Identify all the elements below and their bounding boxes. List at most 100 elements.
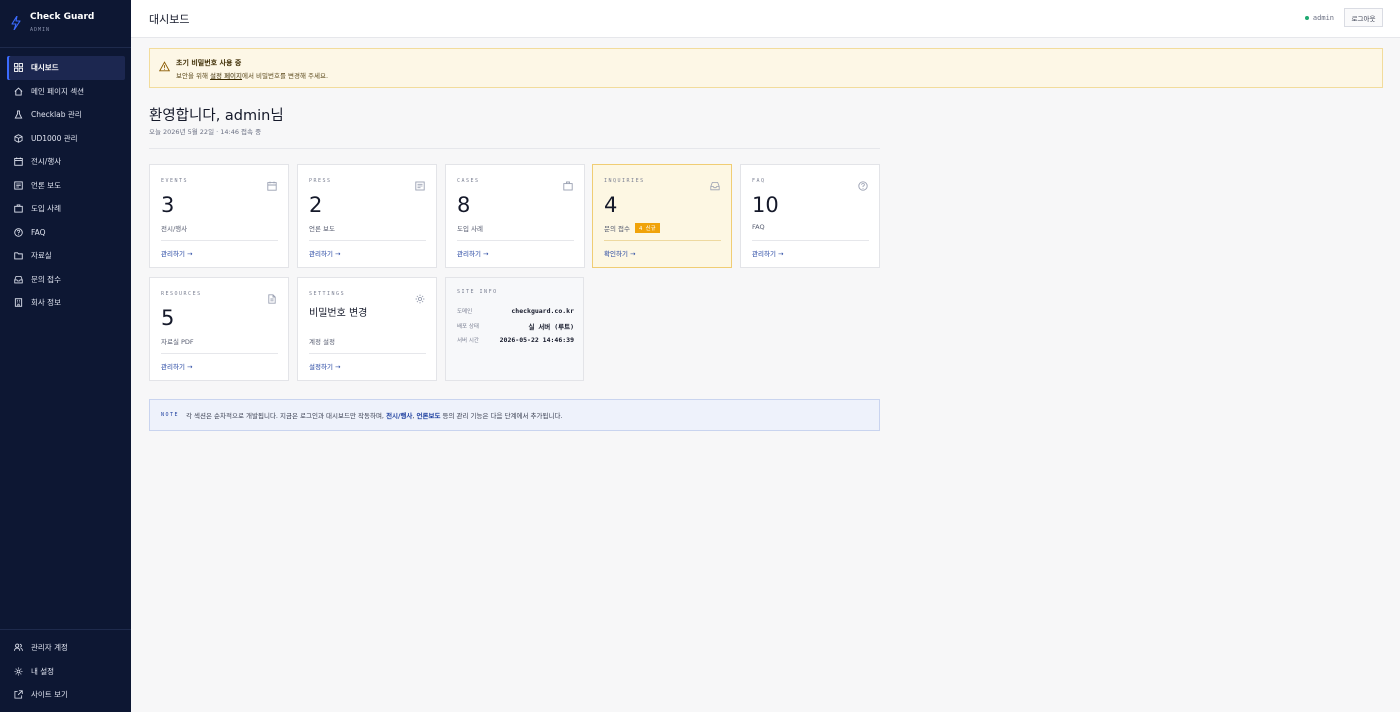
card-description: 도입 사례 — [457, 223, 483, 233]
sidebar-item-main-sections[interactable]: 메인 페이지 섹션 — [7, 80, 125, 104]
manage-cases-link[interactable]: 관리하기 → — [457, 248, 488, 258]
sidebar-nav: 대시보드 메인 페이지 섹션 Checklab 관리 UD1000 관리 전시/… — [7, 56, 125, 315]
home-icon — [13, 86, 23, 96]
file-icon — [267, 289, 277, 304]
card-description-text: 언론 보도 — [309, 225, 335, 233]
manage-faq-link[interactable]: 관리하기 → — [752, 248, 783, 258]
manage-events-link[interactable]: 관리하기 → — [161, 248, 192, 258]
sidebar-item-checklab[interactable]: Checklab 관리 — [7, 103, 125, 127]
sidebar-item-inquiries[interactable]: 문의 접수 — [7, 268, 125, 292]
user-name: admin — [1312, 14, 1334, 22]
site-info-key: 서버 시간 — [457, 338, 479, 344]
sidebar-item-ud1000[interactable]: UD1000 관리 — [7, 127, 125, 151]
sidebar-item-company[interactable]: 회사 정보 — [7, 291, 125, 315]
alert-body-prefix: 보안을 위해 — [176, 72, 211, 80]
sidebar-item-resources[interactable]: 자료실 — [7, 244, 125, 268]
settings-page-link[interactable]: 설정 페이지 — [210, 72, 242, 80]
card-value: 비밀번호 변경 — [309, 308, 368, 319]
card-divider — [309, 240, 426, 241]
card-description: FAQ — [752, 223, 765, 231]
sidebar-item-label: 언론 보도 — [31, 180, 61, 190]
sidebar-divider — [0, 629, 131, 630]
card-label: INQUIRIES — [604, 178, 645, 184]
card-value: 10 — [752, 193, 779, 217]
folder-icon — [13, 251, 23, 261]
card-label: RESOURCES — [161, 291, 202, 297]
sidebar-bottom-nav: 관리자 계정 내 설정 사이트 보기 — [7, 636, 125, 707]
calendar-icon — [267, 176, 277, 191]
help-circle-icon — [13, 227, 23, 237]
card-description: 전시/행사 — [161, 223, 187, 233]
help-circle-icon — [858, 176, 868, 191]
stat-card-inquiries: INQUIRIES 4 문의 접수 4 신규 확인하기 → — [592, 164, 732, 268]
card-value: 5 — [161, 306, 175, 330]
card-divider — [161, 353, 278, 354]
grid-icon — [13, 63, 23, 73]
sidebar-item-view-site[interactable]: 사이트 보기 — [7, 683, 125, 707]
sidebar-item-label: 회사 정보 — [31, 298, 61, 308]
card-description: 계정 설정 — [309, 336, 335, 346]
card-description: 자료실 PDF — [161, 336, 194, 346]
brand[interactable]: Check Guard ADMIN — [11, 12, 126, 42]
current-user: admin — [1304, 14, 1334, 22]
card-divider — [752, 240, 869, 241]
card-description: 문의 접수 4 신규 — [604, 223, 660, 233]
manage-press-link[interactable]: 관리하기 → — [309, 248, 340, 258]
configure-settings-link[interactable]: 설정하기 → — [309, 361, 340, 371]
note-highlight-events: 전시/행사 — [386, 412, 413, 420]
card-description-text: 전시/행사 — [161, 225, 188, 233]
site-info-key: 도메인 — [457, 309, 473, 315]
sidebar-item-label: 사이트 보기 — [31, 690, 68, 700]
sidebar-item-label: 자료실 — [31, 251, 52, 261]
warning-icon — [158, 57, 171, 72]
site-info-value: 실 서버 (루트) — [528, 323, 574, 331]
login-time-subline: 오늘 2026년 5월 22일 · 14:46 접속 중 — [149, 128, 262, 136]
building-icon — [13, 298, 23, 308]
sidebar-item-label: 문의 접수 — [31, 274, 61, 284]
note-highlight-press: 언론보도 — [416, 412, 441, 420]
alert-title: 초기 비밀번호 사용 중 — [176, 59, 242, 67]
manage-resources-link[interactable]: 관리하기 → — [161, 361, 192, 371]
card-value: 2 — [309, 193, 323, 217]
sidebar-item-faq[interactable]: FAQ — [7, 221, 125, 245]
card-value: 8 — [457, 193, 471, 217]
stat-card-press: PRESS 2 언론 보도 관리하기 → — [297, 164, 437, 268]
online-status-dot — [1304, 16, 1309, 20]
newspaper-icon — [415, 176, 425, 191]
password-warning-alert: 초기 비밀번호 사용 중 보안을 위해 설정 페이지에서 비밀번호를 변경해 주… — [149, 48, 1383, 88]
note-suffix: 등의 관리 기능은 다음 단계에서 추가됩니다. — [440, 412, 563, 420]
card-label: EVENTS — [161, 178, 189, 184]
note-prefix: 각 섹션은 순차적으로 개발됩니다. 지금은 로그인과 대시보드만 작동하며, — [186, 412, 387, 420]
sidebar-item-label: 내 설정 — [31, 666, 55, 676]
brand-subtitle: ADMIN — [30, 27, 51, 33]
sidebar-item-my-settings[interactable]: 내 설정 — [7, 660, 125, 684]
sidebar-item-events[interactable]: 전시/행사 — [7, 150, 125, 174]
sidebar-divider — [0, 47, 131, 48]
section-divider — [149, 148, 880, 149]
sidebar-item-label: 대시보드 — [31, 63, 59, 73]
briefcase-icon — [13, 204, 23, 214]
logout-button[interactable]: 로그아웃 — [1344, 8, 1383, 27]
inbox-icon — [13, 274, 23, 284]
card-label: SETTINGS — [309, 291, 346, 297]
new-count-badge: 4 신규 — [635, 223, 660, 233]
card-divider — [309, 353, 426, 354]
sidebar-item-press[interactable]: 언론 보도 — [7, 174, 125, 198]
sidebar-item-cases[interactable]: 도입 사례 — [7, 197, 125, 221]
top-header: 대시보드 admin 로그아웃 — [131, 0, 1400, 38]
card-description-text: 도입 사례 — [457, 225, 483, 233]
view-inquiries-link[interactable]: 확인하기 → — [604, 248, 635, 258]
site-info-value: checkguard.co.kr — [511, 307, 574, 315]
card-label: SITE INFO — [457, 289, 498, 295]
card-divider — [604, 240, 721, 241]
site-info-row-server-time: 서버 시간 2026-05-22 14:46:39 — [457, 336, 574, 344]
site-info-row-deploy: 배포 상태 실 서버 (루트) — [457, 321, 574, 331]
stat-card-events: EVENTS 3 전시/행사 관리하기 → — [149, 164, 289, 268]
flask-icon — [13, 110, 23, 120]
card-label: PRESS — [309, 178, 332, 184]
card-description-text: 자료실 PDF — [161, 338, 194, 346]
site-info-value: 2026-05-22 14:46:39 — [499, 336, 574, 344]
sidebar-item-dashboard[interactable]: 대시보드 — [7, 56, 125, 80]
sidebar-item-label: Checklab 관리 — [31, 110, 82, 120]
sidebar-item-admin-accounts[interactable]: 관리자 계정 — [7, 636, 125, 660]
